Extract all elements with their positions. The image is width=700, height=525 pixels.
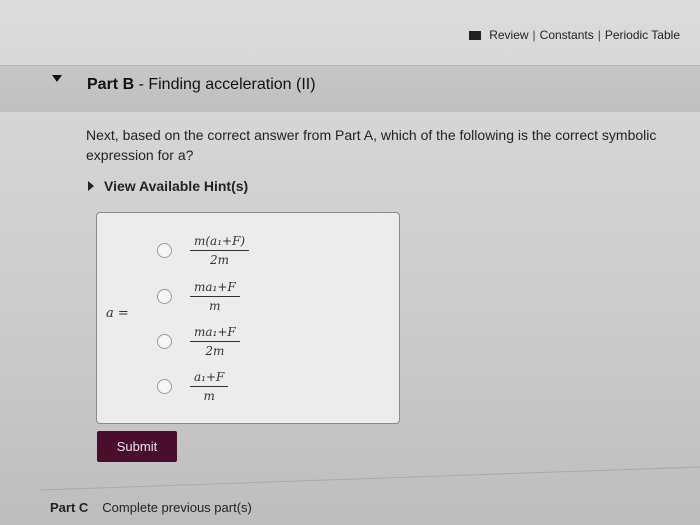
denominator: 2m [205,344,225,358]
expand-triangle-icon [88,181,94,191]
option-2[interactable]: ma₁+F m [157,280,240,313]
review-link[interactable]: Review [489,28,528,42]
numerator: a₁+F [194,370,225,384]
periodic-table-link[interactable]: Periodic Table [605,28,680,42]
numerator: ma₁+F [194,280,236,294]
hint-label: View Available Hint(s) [104,178,249,194]
question-text: Next, based on the correct answer from P… [86,125,666,165]
view-hints-toggle[interactable]: View Available Hint(s) [88,178,248,194]
fraction: a₁+F m [190,370,229,403]
part-c-status: Complete previous part(s) [102,500,252,515]
radio-button[interactable] [157,243,172,258]
part-c-header[interactable]: Part C Complete previous part(s) [50,500,252,515]
radio-button[interactable] [157,334,172,349]
constants-link[interactable]: Constants [540,28,594,42]
part-b-title: Part B - Finding acceleration (II) [87,76,316,94]
fraction: ma₁+F m [190,280,240,313]
separator: | [532,28,536,42]
denominator: m [209,299,221,313]
question-line-2: expression for a? [86,147,194,163]
denominator: 2m [210,253,230,267]
radio-button[interactable] [157,289,172,304]
denominator: m [203,389,215,403]
numerator: ma₁+F [194,325,236,339]
title-dash: - [134,76,149,93]
option-4[interactable]: a₁+F m [157,370,229,403]
question-line-1: Next, based on the correct answer from P… [86,127,657,143]
fraction: m(a₁+F) 2m [190,234,250,267]
part-b-name: Finding acceleration (II) [148,76,316,93]
section-divider [40,466,700,491]
numerator: m(a₁+F) [194,234,246,248]
collapse-triangle-icon[interactable] [52,75,62,82]
fraction: ma₁+F 2m [190,325,240,358]
option-3[interactable]: ma₁+F 2m [157,325,240,358]
separator: | [597,28,601,42]
book-icon [469,30,482,40]
option-1[interactable]: m(a₁+F) 2m [157,234,250,267]
part-b-label: Part B [87,76,135,93]
part-c-label: Part C [50,500,89,515]
equation-label: a = [106,306,129,321]
submit-button[interactable]: Submit [97,431,177,462]
topbar: Review | Constants | Periodic Table [469,28,680,42]
radio-button[interactable] [157,379,172,394]
